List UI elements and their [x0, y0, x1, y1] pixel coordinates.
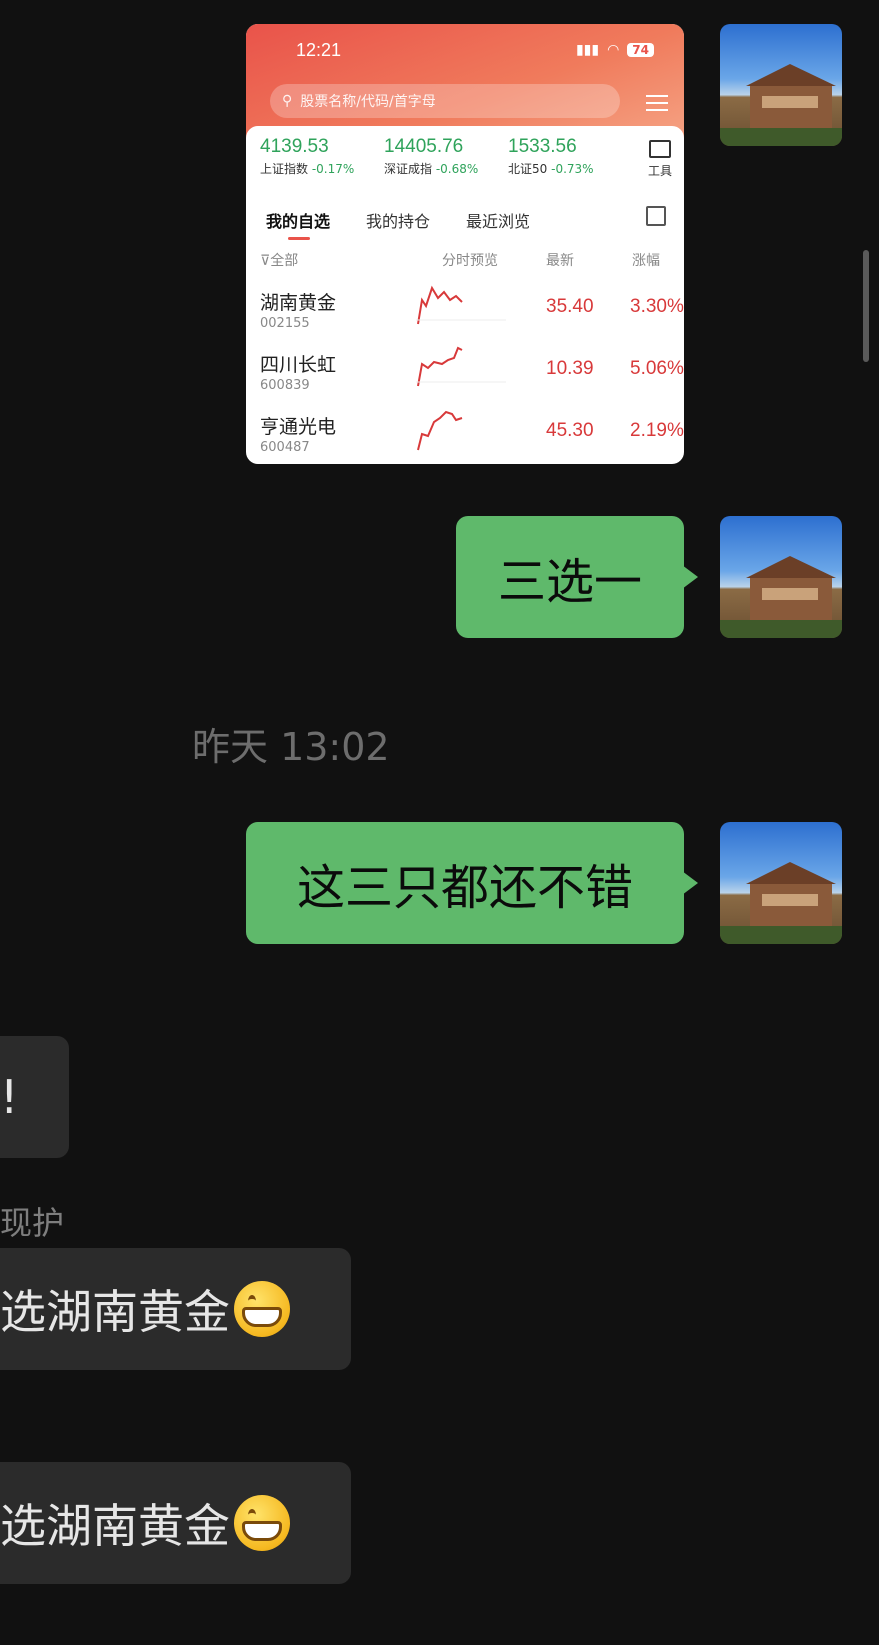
sender-name: 现护 — [0, 1204, 65, 1242]
message-text: ! — [0, 1070, 19, 1124]
stock-price: 45.30 — [546, 420, 594, 441]
signal-icon: ▮▮▮ — [575, 42, 600, 58]
search-placeholder: 股票名称/代码/首字母 — [300, 94, 436, 110]
index-value: 14405.76 — [384, 136, 464, 157]
index-name: 北证50 — [508, 162, 548, 176]
watchlist-tabs: 我的自选 我的持仓 最近浏览 — [266, 208, 531, 240]
intraday-sparkline — [417, 410, 463, 451]
my-avatar[interactable] — [720, 822, 842, 944]
bubble-tail — [682, 871, 698, 895]
tool-label: 工具 — [647, 164, 672, 178]
menu-icon — [646, 90, 668, 116]
tab-my-watchlist: 我的自选 — [266, 208, 330, 240]
stock-code: 600487 — [260, 440, 310, 455]
stock-name: 亨通光电 — [260, 416, 337, 438]
message-text: 选湖南黄金 — [0, 1285, 230, 1339]
index-item: 1533.56 北证50 -0.73% — [508, 136, 594, 177]
index-value: 1533.56 — [508, 136, 577, 157]
incoming-message-bubble[interactable]: ! — [0, 1036, 69, 1158]
tool-button: 工具 — [648, 140, 672, 179]
status-bar-icons: ▮▮▮ ◠ 74 — [576, 42, 654, 58]
grinning-face-icon — [234, 1281, 290, 1337]
grinning-face-icon — [234, 1495, 290, 1551]
chat-timestamp: 昨天 13:02 — [192, 725, 390, 769]
message-text: 三选一 — [497, 554, 642, 610]
stock-change-pct: 2.19% — [630, 420, 684, 441]
stock-change-pct: 5.06% — [630, 358, 684, 379]
message-text: 这三只都还不错 — [296, 860, 633, 916]
index-change: -0.73% — [551, 162, 594, 176]
message-text: 选湖南黄金 — [0, 1499, 230, 1553]
my-avatar[interactable] — [720, 24, 842, 146]
stock-price: 35.40 — [546, 296, 594, 317]
incoming-message-bubble[interactable]: 选湖南黄金 — [0, 1462, 351, 1584]
index-name: 上证指数 — [260, 162, 309, 176]
outgoing-message-bubble[interactable]: 三选一 — [456, 516, 698, 638]
stock-code: 600839 — [260, 378, 310, 393]
wifi-icon: ◠ — [607, 42, 620, 58]
index-change: -0.68% — [435, 162, 479, 176]
intraday-sparkline — [416, 285, 506, 325]
search-input: ⚲ 股票名称/代码/首字母 — [270, 84, 620, 118]
stock-name: 四川长虹 — [260, 354, 337, 376]
outgoing-message-bubble[interactable]: 这三只都还不错 — [246, 822, 698, 944]
status-time: 12:21 — [296, 40, 342, 60]
column-change: 涨幅 — [632, 253, 660, 269]
shared-screenshot-image[interactable]: 12:21 ▮▮▮ ◠ 74 ⚲ 股票名称/代码/首字母 4139.53 上证指… — [246, 24, 684, 464]
filter-all-label: ⊽全部 — [260, 253, 299, 269]
my-avatar[interactable] — [720, 516, 842, 638]
filter-icon: ⊽ — [260, 253, 271, 269]
index-name: 深证成指 — [384, 162, 433, 176]
index-row: 4139.53 上证指数 -0.17% 14405.76 深证成指 -0.68%… — [246, 126, 684, 204]
tab-my-holdings: 我的持仓 — [366, 212, 431, 231]
incoming-message-bubble[interactable]: 选湖南黄金 — [0, 1248, 351, 1370]
index-value: 4139.53 — [260, 136, 329, 157]
battery-icon: 74 — [627, 43, 654, 57]
stock-price: 10.39 — [546, 358, 594, 379]
tab-recent: 最近浏览 — [466, 212, 531, 231]
scrollbar[interactable] — [863, 250, 869, 362]
stock-name: 湖南黄金 — [260, 292, 337, 314]
intraday-sparkline — [416, 346, 506, 387]
index-item: 14405.76 深证成指 -0.68% — [384, 136, 478, 177]
index-item: 4139.53 上证指数 -0.17% — [260, 136, 354, 177]
stock-change-pct: 3.30% — [630, 296, 684, 317]
stock-code: 002155 — [260, 316, 310, 331]
index-change: -0.17% — [311, 162, 355, 176]
bubble-tail — [682, 565, 698, 589]
column-preview: 分时预览 — [442, 253, 498, 269]
toolbox-icon — [648, 140, 671, 158]
search-icon: ⚲ — [282, 93, 293, 109]
column-latest: 最新 — [546, 253, 574, 269]
edit-icon — [646, 206, 666, 226]
